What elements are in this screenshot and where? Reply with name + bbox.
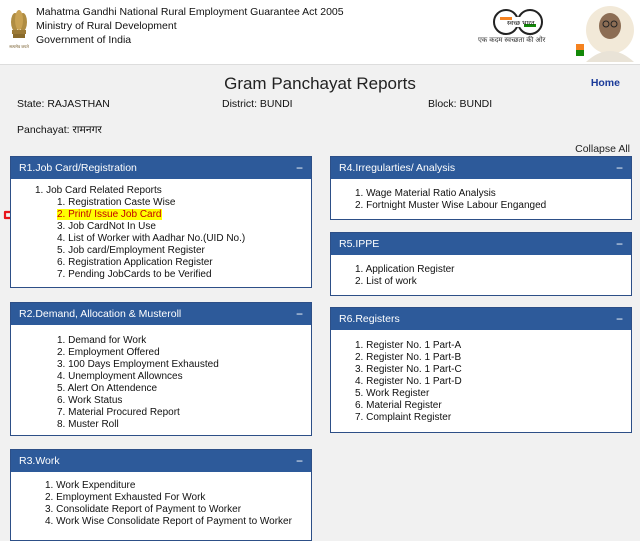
report-link-register-part-a[interactable]: 1. Register No. 1 Part-A	[355, 340, 631, 352]
report-link-employment-register[interactable]: 5. Job card/Employment Register	[57, 245, 311, 257]
panel-title: R1.Job Card/Registration	[19, 162, 137, 174]
report-link-job-card-not-in-use[interactable]: 3. Job CardNot In Use	[57, 221, 311, 233]
panel-irregularities-analysis: R4.Irregularties/ Analysis − 1. Wage Mat…	[330, 156, 632, 220]
panel-demand-allocation: R2.Demand, Allocation & Musteroll − 1. D…	[10, 302, 312, 436]
list-group-title: 1. Job Card Related Reports	[35, 185, 162, 196]
panchayat-label: Panchayat: रामनगर	[17, 124, 102, 136]
report-link-consolidate-payment[interactable]: 3. Consolidate Report of Payment to Work…	[45, 504, 311, 516]
act-title: Mahatma Gandhi National Rural Employment…	[36, 6, 344, 18]
report-link-complaint-register[interactable]: 7. Complaint Register	[355, 412, 631, 424]
report-link-pending-job-cards[interactable]: 7. Pending JobCards to be Verified	[57, 269, 311, 281]
panel-header-r6[interactable]: R6.Registers −	[331, 308, 631, 330]
svg-text:स्वच्छ: स्वच्छ	[507, 20, 521, 27]
report-link-fortnight-muster[interactable]: 2. Fortnight Muster Wise Labour Enganged	[355, 200, 631, 212]
report-link-work-wise-payment[interactable]: 4. Work Wise Consolidate Report of Payme…	[45, 516, 311, 528]
panel-title: R4.Irregularties/ Analysis	[339, 162, 456, 174]
state-label: State: RAJASTHAN	[17, 98, 110, 110]
home-link[interactable]: Home	[591, 77, 620, 89]
report-link-100-days-exhausted[interactable]: 3. 100 Days Employment Exhausted	[57, 359, 311, 371]
ministry-name: Ministry of Rural Development	[36, 20, 177, 32]
panel-title: R2.Demand, Allocation & Musteroll	[19, 308, 182, 320]
district-label: District: BUNDI	[222, 98, 293, 110]
report-link-material-procured[interactable]: 7. Material Procured Report	[57, 407, 311, 419]
report-link-alert-attendance[interactable]: 5. Alert On Attendence	[57, 383, 311, 395]
report-link-registration-caste-wise[interactable]: 1. Registration Caste Wise	[57, 197, 311, 209]
panel-header-r4[interactable]: R4.Irregularties/ Analysis −	[331, 157, 631, 179]
ministry-title-block: Mahatma Gandhi National Rural Employment…	[36, 5, 344, 47]
highlighted-report-link[interactable]: 2. Print/ Issue Job Card	[57, 209, 162, 220]
svg-text:भारत: भारत	[522, 20, 535, 27]
report-link-employment-exhausted-work[interactable]: 2. Employment Exhausted For Work	[45, 492, 311, 504]
report-link-work-expenditure[interactable]: 1. Work Expenditure	[45, 480, 311, 492]
report-link-work-register[interactable]: 5. Work Register	[355, 388, 631, 400]
national-emblem-icon: सत्यमेव जयते	[9, 10, 29, 49]
svg-text:सत्यमेव जयते: सत्यमेव जयते	[9, 44, 29, 49]
report-link-list-of-work[interactable]: 2. List of work	[355, 276, 631, 288]
report-link-register-part-c[interactable]: 3. Register No. 1 Part-C	[355, 364, 631, 376]
report-link-wage-material-ratio[interactable]: 1. Wage Material Ratio Analysis	[355, 188, 631, 200]
panel-header-r3[interactable]: R3.Work −	[11, 450, 311, 472]
collapse-toggle-icon[interactable]: −	[296, 450, 303, 472]
report-link-muster-roll[interactable]: 8. Muster Roll	[57, 419, 311, 431]
collapse-toggle-icon[interactable]: −	[616, 157, 623, 179]
report-link-work-status[interactable]: 6. Work Status	[57, 395, 311, 407]
panel-title: R5.IPPE	[339, 238, 380, 250]
collapse-toggle-icon[interactable]: −	[616, 233, 623, 255]
collapse-toggle-icon[interactable]: −	[296, 157, 303, 179]
collapse-all-link[interactable]: Collapse All	[575, 143, 630, 155]
report-link-unemployment-allowances[interactable]: 4. Unemployment Allownces	[57, 371, 311, 383]
panel-header-r1[interactable]: R1.Job Card/Registration −	[11, 157, 311, 179]
report-link-employment-offered[interactable]: 2. Employment Offered	[57, 347, 311, 359]
gandhi-portrait-icon	[572, 2, 636, 62]
report-link-demand-for-work[interactable]: 1. Demand for Work	[57, 335, 311, 347]
panel-header-r2[interactable]: R2.Demand, Allocation & Musteroll −	[11, 303, 311, 325]
swachh-tagline: एक कदम स्वच्छता की ओर	[478, 37, 546, 44]
report-link-registration-application[interactable]: 6. Registration Application Register	[57, 257, 311, 269]
report-link-print-issue-job-card[interactable]: 2. Print/ Issue Job Card	[57, 209, 311, 221]
block-label: Block: BUNDI	[428, 98, 493, 110]
report-link-register-part-b[interactable]: 2. Register No. 1 Part-B	[355, 352, 631, 364]
panel-registers: R6.Registers − 1. Register No. 1 Part-A …	[330, 307, 632, 433]
site-header: सत्यमेव जयते Mahatma Gandhi National Rur…	[0, 0, 640, 65]
report-link-application-register[interactable]: 1. Application Register	[355, 264, 631, 276]
panel-header-r5[interactable]: R5.IPPE −	[331, 233, 631, 255]
panel-title: R6.Registers	[339, 313, 400, 325]
panel-work: R3.Work − 1. Work Expenditure 2. Employm…	[10, 449, 312, 541]
collapse-toggle-icon[interactable]: −	[296, 303, 303, 325]
report-link-material-register[interactable]: 6. Material Register	[355, 400, 631, 412]
report-link-register-part-d[interactable]: 4. Register No. 1 Part-D	[355, 376, 631, 388]
government-name: Government of India	[36, 34, 132, 46]
panel-title: R3.Work	[19, 455, 60, 467]
collapse-toggle-icon[interactable]: −	[616, 308, 623, 330]
panel-job-card-registration: R1.Job Card/Registration − 1. Job Card R…	[10, 156, 312, 288]
page-title: Gram Panchayat Reports	[224, 74, 416, 93]
panel-ippe: R5.IPPE − 1. Application Register 2. Lis…	[330, 232, 632, 296]
report-link-worker-aadhar[interactable]: 4. List of Worker with Aadhar No.(UID No…	[57, 233, 311, 245]
